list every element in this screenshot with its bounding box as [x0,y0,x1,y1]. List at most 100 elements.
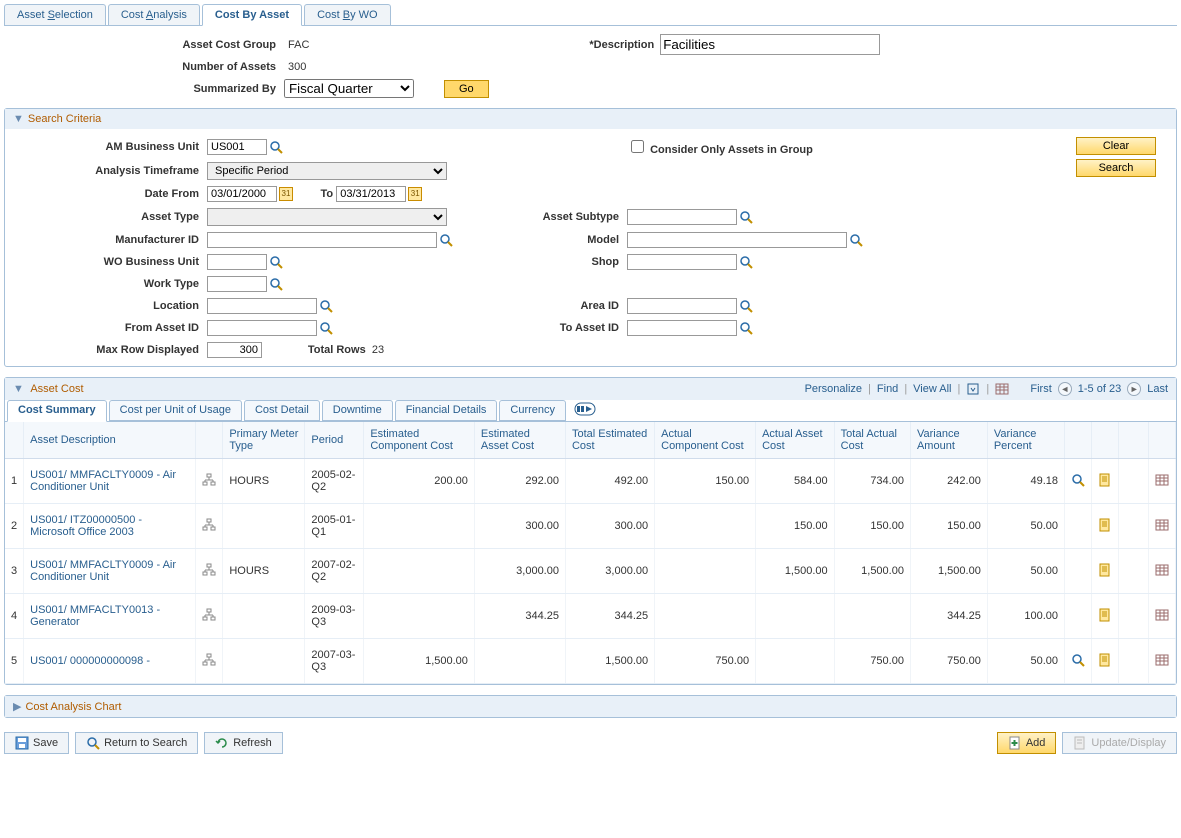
cell-act-asset: 584.00 [756,459,835,504]
asset-desc-link[interactable]: US001/ MMFACLTY0009 - Air Conditioner Un… [24,549,196,594]
top-tabs: Asset Selection Cost Analysis Cost By As… [4,4,1177,26]
asset-desc-link[interactable]: US001/ MMFACLTY0013 - Generator [24,594,196,639]
asset-desc-link[interactable]: US001/ ITZ00000500 - Microsoft Office 20… [24,504,196,549]
model-label: Model [467,234,627,246]
subtab-cost-per-unit[interactable]: Cost per Unit of Usage [109,400,242,421]
manufacturer-lookup-icon[interactable] [439,233,453,247]
am-bu-lookup-icon[interactable] [269,140,283,154]
consider-only-checkbox-label[interactable]: Consider Only Assets in Group [627,144,813,156]
col-primary-meter[interactable]: Primary Meter Type [223,422,305,459]
wo-bu-input[interactable] [207,254,267,270]
col-asset-desc[interactable]: Asset Description [24,422,196,459]
col-est-asset[interactable]: Estimated Asset Cost [474,422,565,459]
asset-desc-link[interactable]: US001/ 000000000098 - [24,639,196,684]
subtab-financial[interactable]: Financial Details [395,400,498,421]
area-id-input[interactable] [627,298,737,314]
date-from-cal-icon[interactable]: 31 [279,187,293,201]
shop-lookup-icon[interactable] [739,255,753,269]
col-act-comp[interactable]: Actual Component Cost [655,422,756,459]
hierarchy-icon[interactable] [202,653,216,667]
shop-input[interactable] [627,254,737,270]
grid-detail-icon[interactable] [1155,608,1169,622]
manufacturer-input[interactable] [207,232,437,248]
model-input[interactable] [627,232,847,248]
col-var-amt[interactable]: Variance Amount [910,422,987,459]
clear-button[interactable]: Clear [1076,137,1156,155]
subtab-downtime[interactable]: Downtime [322,400,393,421]
view-all-link[interactable]: View All [913,383,951,395]
consider-only-checkbox[interactable] [631,140,644,153]
save-button[interactable]: Save [4,732,69,754]
subtab-currency[interactable]: Currency [499,400,566,421]
find-link[interactable]: Find [877,383,898,395]
details-icon[interactable] [1098,518,1112,532]
nav-last[interactable]: Last [1147,383,1168,395]
zoom-icon[interactable] [1071,653,1085,667]
show-all-tabs-icon[interactable] [568,400,602,421]
description-input[interactable] [660,34,880,55]
to-asset-lookup-icon[interactable] [739,321,753,335]
search-button[interactable]: Search [1076,159,1156,177]
search-criteria-header[interactable]: ▼ Search Criteria [5,109,1176,129]
location-lookup-icon[interactable] [319,299,333,313]
grid-detail-icon[interactable] [1155,653,1169,667]
zoom-grid-icon[interactable] [995,382,1009,396]
date-to-input[interactable] [336,186,406,202]
date-to-cal-icon[interactable]: 31 [408,187,422,201]
nav-next-icon[interactable]: ► [1127,382,1141,396]
am-bu-input[interactable] [207,139,267,155]
details-icon[interactable] [1098,653,1112,667]
model-lookup-icon[interactable] [849,233,863,247]
col-tot-est[interactable]: Total Estimated Cost [565,422,654,459]
date-to-label: To [321,188,334,200]
col-var-pct[interactable]: Variance Percent [987,422,1064,459]
tab-cost-by-asset[interactable]: Cost By Asset [202,4,302,26]
summarized-by-select[interactable]: Fiscal Quarter [284,79,414,98]
details-icon[interactable] [1098,563,1112,577]
details-icon[interactable] [1098,473,1112,487]
asset-subtype-input[interactable] [627,209,737,225]
go-button[interactable]: Go [444,80,489,98]
analysis-tf-select[interactable]: Specific Period [207,162,447,180]
asset-desc-link[interactable]: US001/ MMFACLTY0009 - Air Conditioner Un… [24,459,196,504]
details-icon[interactable] [1098,608,1112,622]
area-id-lookup-icon[interactable] [739,299,753,313]
hierarchy-icon[interactable] [202,563,216,577]
max-row-input[interactable] [207,342,262,358]
add-button[interactable]: Add [997,732,1057,754]
zoom-icon[interactable] [1071,473,1085,487]
work-type-input[interactable] [207,276,267,292]
work-type-lookup-icon[interactable] [269,277,283,291]
asset-subtype-lookup-icon[interactable] [739,210,753,224]
from-asset-input[interactable] [207,320,317,336]
grid-detail-icon[interactable] [1155,473,1169,487]
nav-prev-icon[interactable]: ◄ [1058,382,1072,396]
from-asset-lookup-icon[interactable] [319,321,333,335]
to-asset-input[interactable] [627,320,737,336]
nav-first[interactable]: First [1030,383,1051,395]
hierarchy-icon[interactable] [202,608,216,622]
subtab-cost-summary[interactable]: Cost Summary [7,400,107,422]
col-act-asset[interactable]: Actual Asset Cost [756,422,835,459]
tab-cost-analysis[interactable]: Cost Analysis [108,4,200,25]
date-from-input[interactable] [207,186,277,202]
col-tot-act[interactable]: Total Actual Cost [834,422,910,459]
hierarchy-icon[interactable] [202,518,216,532]
grid-detail-icon[interactable] [1155,563,1169,577]
cost-analysis-chart-header[interactable]: ▶ Cost Analysis Chart [5,696,1176,717]
hierarchy-icon[interactable] [202,473,216,487]
col-period[interactable]: Period [305,422,364,459]
subtab-cost-detail[interactable]: Cost Detail [244,400,320,421]
refresh-button[interactable]: Refresh [204,732,283,754]
download-icon[interactable] [966,382,980,396]
collapse-icon[interactable]: ▼ [13,383,24,395]
return-button[interactable]: Return to Search [75,732,198,754]
location-input[interactable] [207,298,317,314]
personalize-link[interactable]: Personalize [805,383,862,395]
grid-detail-icon[interactable] [1155,518,1169,532]
tab-cost-by-wo[interactable]: Cost By WO [304,4,391,25]
wo-bu-lookup-icon[interactable] [269,255,283,269]
asset-type-select[interactable] [207,208,447,226]
tab-asset-selection[interactable]: Asset Selection [4,4,106,25]
col-est-comp[interactable]: Estimated Component Cost [364,422,475,459]
